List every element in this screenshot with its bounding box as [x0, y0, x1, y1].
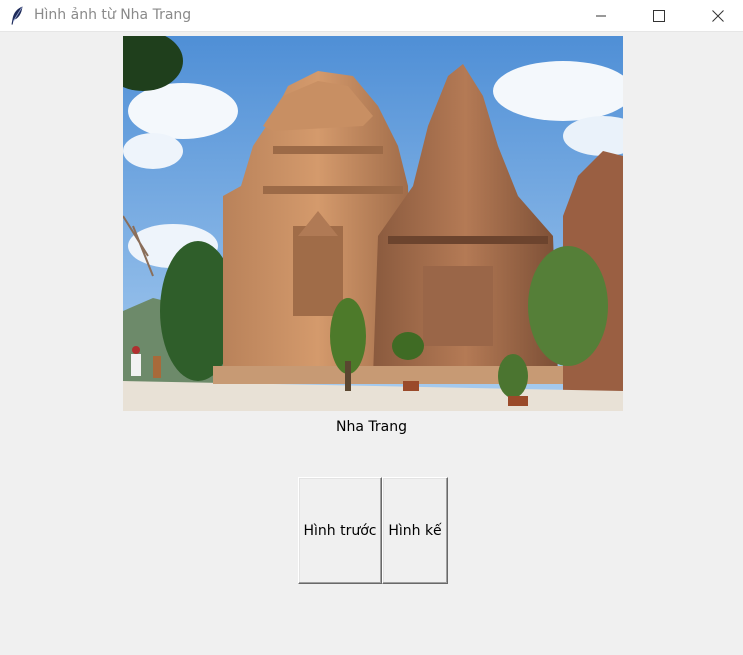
previous-image-button[interactable]: Hình trước [298, 477, 382, 584]
next-image-button[interactable]: Hình kế [382, 477, 448, 584]
close-button[interactable] [695, 0, 741, 31]
window-title: Hình ảnh từ Nha Trang [34, 7, 192, 23]
maximize-icon [653, 9, 665, 22]
feather-icon [10, 6, 24, 25]
close-icon [712, 9, 724, 22]
minimize-icon [596, 15, 606, 16]
minimize-button[interactable] [578, 0, 624, 31]
photo-caption: Nha Trang [336, 419, 407, 435]
nha-trang-photo [123, 36, 623, 411]
title-bar: Hình ảnh từ Nha Trang [0, 0, 743, 32]
maximize-button[interactable] [636, 0, 682, 31]
